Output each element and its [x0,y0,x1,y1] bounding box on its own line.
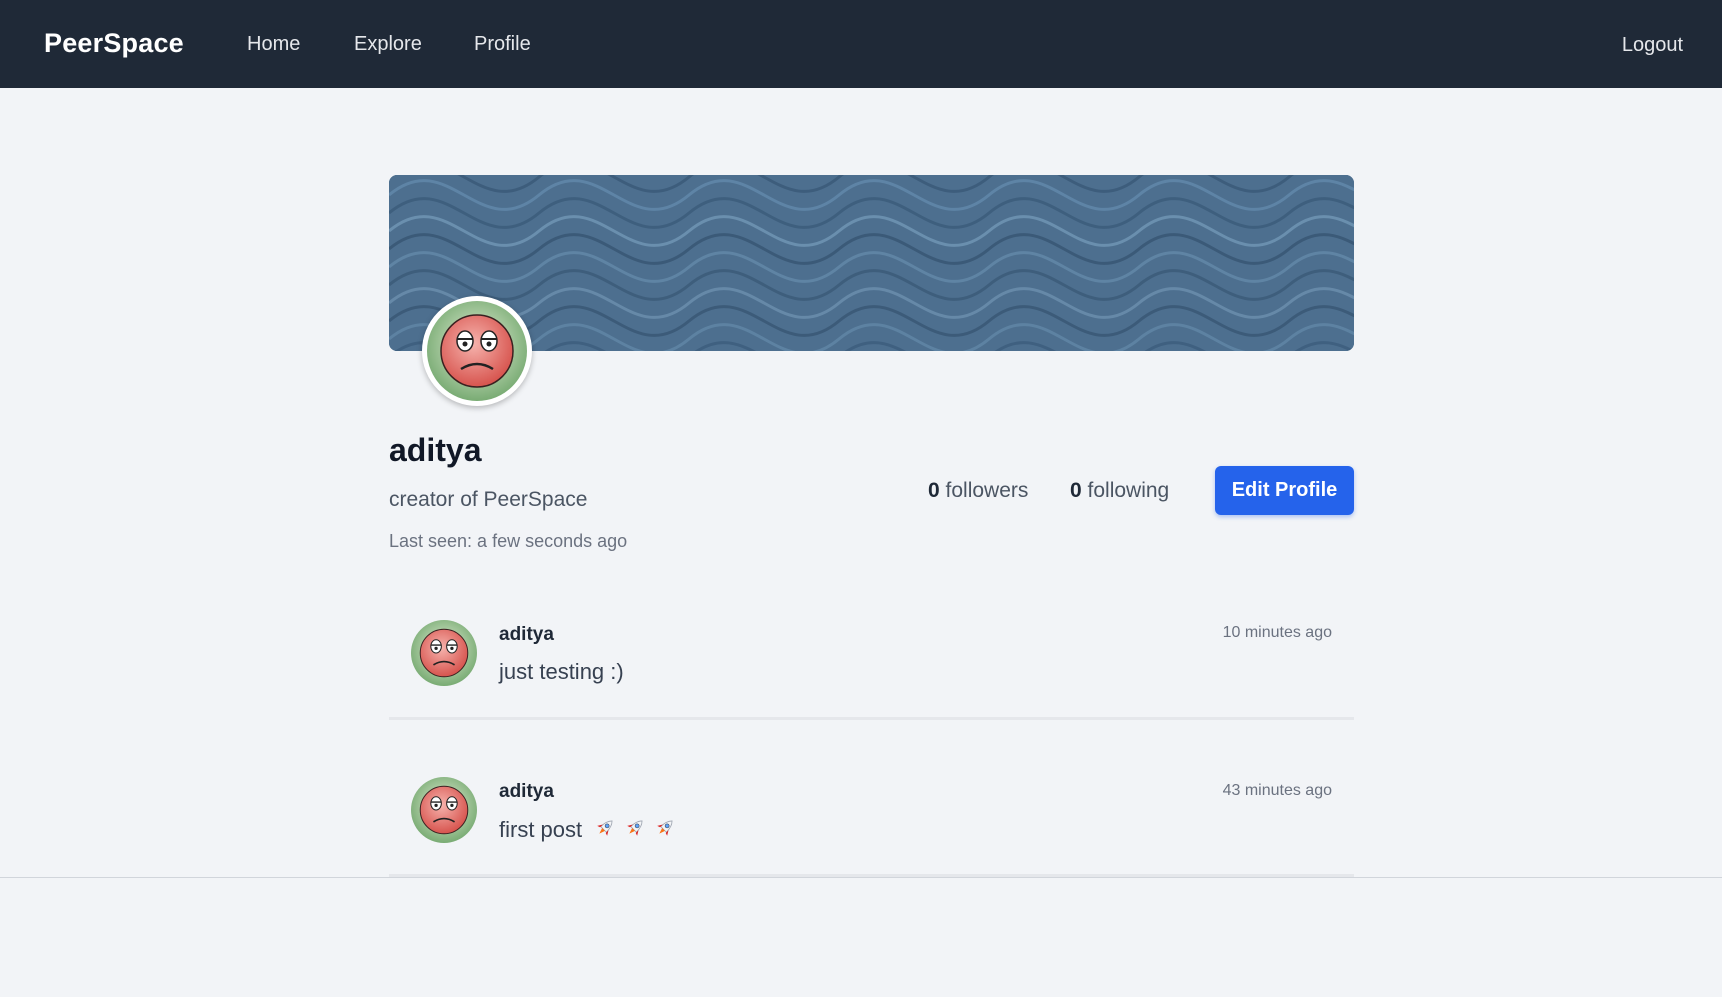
profile-bio: creator of PeerSpace [389,488,588,511]
post-author[interactable]: aditya [499,624,554,646]
rocket-icon [597,820,613,836]
post-timestamp: 10 minutes ago [1222,624,1332,641]
post-text: just testing :) [499,659,624,684]
sad-face-icon [411,777,477,843]
following-stat[interactable]: 0 following [1070,479,1169,503]
profile-username: aditya [389,432,482,468]
rocket-icon [657,820,673,836]
brand-logo[interactable]: PeerSpace [44,28,184,59]
following-count: 0 [1070,479,1082,502]
edit-profile-button[interactable]: Edit Profile [1215,466,1354,515]
post-avatar[interactable] [411,620,477,686]
sad-face-icon [427,301,527,401]
nav-home-link[interactable]: Home [247,33,300,56]
logout-button[interactable]: Logout [1622,34,1683,57]
post-text-container: first post [499,816,678,843]
last-seen-text: Last seen: a few seconds ago [389,531,628,551]
profile-avatar[interactable] [422,296,532,406]
post-avatar[interactable] [411,777,477,843]
page-divider [0,877,1722,878]
nav-explore-link[interactable]: Explore [354,33,422,56]
emoji-group [588,817,678,842]
following-label: following [1081,479,1170,502]
followers-label: followers [939,479,1029,502]
rocket-icon [627,820,643,836]
sad-face-icon [411,620,477,686]
followers-stat[interactable]: 0 followers [928,479,1028,503]
followers-count: 0 [928,479,940,502]
profile-banner [389,175,1354,351]
top-navbar: PeerSpace Home Explore Profile Logout [0,0,1722,88]
nav-profile-link[interactable]: Profile [474,33,531,56]
post-item: aditya just testing :) 10 minutes ago [389,584,1354,720]
post-timestamp: 43 minutes ago [1222,782,1332,799]
post-author[interactable]: aditya [499,781,554,803]
post-item: aditya first post 43 minutes ago [389,741,1354,877]
post-text: first post [499,817,583,842]
